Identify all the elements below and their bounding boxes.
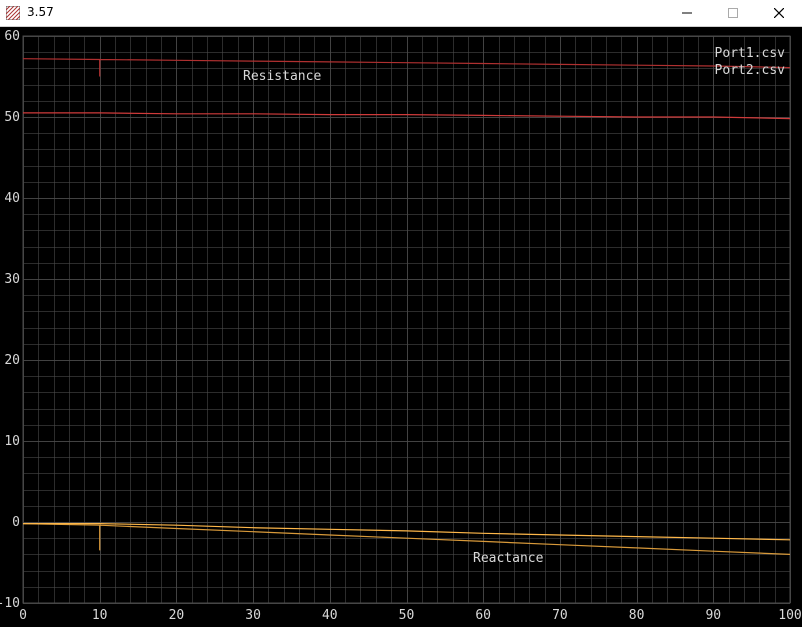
x-tick-labels: 0 10 20 30 40 50 60 70 80 90 100 (19, 608, 802, 623)
legend-port2: Port2.csv (715, 63, 786, 78)
minimize-button[interactable] (664, 0, 710, 26)
x-tick-label: 20 (169, 608, 185, 623)
x-tick-label: 60 (475, 608, 491, 623)
impedance-chart: 0102030405060708090100 -100102030405060 … (0, 29, 802, 623)
y-tick-labels: -10 0 10 20 30 40 50 60 (0, 29, 20, 611)
x-tick-label: 100 (778, 608, 801, 623)
minimize-icon (682, 12, 692, 14)
x-tick-label: 90 (705, 608, 721, 623)
close-icon (774, 8, 784, 18)
x-tick-label: 80 (629, 608, 645, 623)
x-tick-label: 0 (19, 608, 27, 623)
y-tick-label: 20 (4, 353, 20, 368)
y-tick-label: 30 (4, 272, 20, 287)
plot-area (22, 35, 791, 604)
app-icon (6, 6, 20, 20)
y-tick-label: 60 (4, 29, 20, 44)
annotation-reactance: Reactance (473, 551, 544, 566)
x-tick-label: 10 (92, 608, 108, 623)
grid (22, 35, 791, 604)
y-tick-label: 10 (4, 434, 20, 449)
y-tick-label: 40 (4, 191, 20, 206)
x-tick-label: 30 (245, 608, 261, 623)
y-tick-label: -10 (0, 596, 20, 611)
maximize-icon (728, 8, 738, 18)
title-bar[interactable]: 3.57 (0, 0, 802, 27)
x-tick-label: 40 (322, 608, 338, 623)
plot-window: 3.57 0102030405060708090100 -10010203040… (0, 0, 802, 627)
y-tick-label: 50 (4, 110, 20, 125)
close-button[interactable] (756, 0, 802, 26)
x-tick-label: 50 (399, 608, 415, 623)
annotation-resistance: Resistance (243, 69, 321, 84)
maximize-button[interactable] (710, 0, 756, 26)
y-tick-label: 0 (12, 515, 20, 530)
window-title: 3.57 (27, 5, 54, 19)
legend-port1: Port1.csv (715, 46, 786, 61)
x-tick-label: 70 (552, 608, 568, 623)
